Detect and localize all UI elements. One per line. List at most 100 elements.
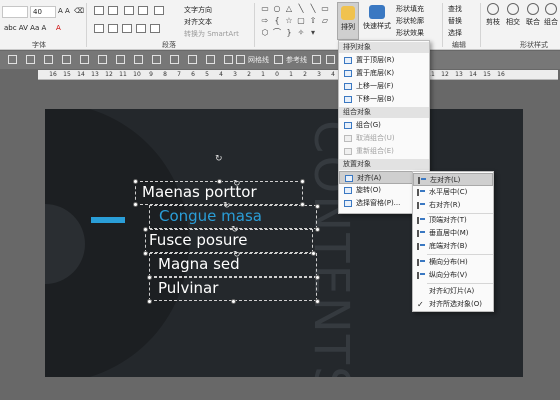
toolbar-icon[interactable] xyxy=(26,55,35,64)
regroup-item[interactable]: 重新组合(E) xyxy=(339,145,429,158)
resize-handle[interactable] xyxy=(133,179,138,184)
align-top-item[interactable]: 顶端对齐(T) xyxy=(413,214,493,227)
resize-handle[interactable] xyxy=(143,227,148,232)
font-format-icons[interactable]: abc AV Aa A xyxy=(4,24,46,32)
increase-indent-icon[interactable] xyxy=(138,6,148,15)
contents-item-5[interactable]: Pulvinar xyxy=(158,279,218,297)
align-bottom-item[interactable]: 底端对齐(B) xyxy=(413,240,493,253)
toolbar-icon[interactable] xyxy=(116,55,125,64)
font-name-box[interactable] xyxy=(2,6,28,18)
rotate-handle-icon[interactable]: ↻ xyxy=(215,154,223,164)
select-button[interactable]: 选择 xyxy=(448,28,462,38)
align-center-item[interactable]: 水平居中(C) xyxy=(413,186,493,199)
resize-handle[interactable] xyxy=(315,227,320,232)
contents-item-2[interactable]: Congue masa xyxy=(159,207,262,225)
quick-styles-button[interactable]: 快速样式 xyxy=(362,2,392,40)
align-left-item[interactable]: 左对齐(L) xyxy=(413,173,493,186)
decrease-indent-icon[interactable] xyxy=(124,6,134,15)
resize-handle[interactable] xyxy=(315,299,320,304)
resize-handle[interactable] xyxy=(300,179,305,184)
shape-arrow-icon[interactable]: ⇧ xyxy=(308,16,318,25)
shape-rounded-icon[interactable]: ▢ xyxy=(296,16,306,25)
convert-smartart-button[interactable]: 转换为 SmartArt xyxy=(184,29,239,39)
shape-rectangle-icon[interactable]: ▭ xyxy=(260,4,270,13)
align-selected-objects-item[interactable]: ✓ 对齐所选对象(O) xyxy=(413,298,493,311)
shape-line-icon[interactable]: ╲ xyxy=(308,4,318,13)
align-middle-item[interactable]: 垂直居中(M) xyxy=(413,227,493,240)
toolbar-icon[interactable] xyxy=(62,55,71,64)
union-shapes-button[interactable]: 联合 xyxy=(524,3,542,27)
shape-effects-button[interactable]: 形状效果 xyxy=(396,28,424,38)
guides-checkbox[interactable] xyxy=(274,55,283,64)
toolbar-icon[interactable] xyxy=(206,55,215,64)
shape-hexagon-icon[interactable]: ⬡ xyxy=(260,28,270,37)
find-button[interactable]: 查找 xyxy=(448,4,462,14)
combine-shapes-button[interactable]: 组合 xyxy=(542,3,560,27)
shape-brace-icon[interactable]: } xyxy=(284,28,294,37)
cut-shapes-button[interactable]: 剪枝 xyxy=(484,3,502,27)
toolbar-icon[interactable] xyxy=(170,55,179,64)
shape-callout-icon[interactable]: ▱ xyxy=(320,16,330,25)
numbering-icon[interactable] xyxy=(108,6,118,15)
align-center-icon[interactable] xyxy=(108,24,118,33)
distribute-horizontally-item[interactable]: 横向分布(H) xyxy=(413,256,493,269)
bring-to-front-item[interactable]: 置于顶层(R) xyxy=(339,54,429,67)
shape-star-icon[interactable]: ✧ xyxy=(296,28,306,37)
shape-arrow-icon[interactable]: ⇨ xyxy=(260,16,270,25)
resize-handle[interactable] xyxy=(315,204,320,209)
resize-handle[interactable] xyxy=(147,299,152,304)
align-left-icon[interactable] xyxy=(94,24,104,33)
resize-handle[interactable] xyxy=(231,299,236,304)
toolbar-icon[interactable] xyxy=(326,55,335,64)
align-text-button[interactable]: 对齐文本 xyxy=(184,17,212,27)
distribute-vertically-item[interactable]: 纵向分布(V) xyxy=(413,269,493,282)
toolbar-icon[interactable] xyxy=(134,55,143,64)
contents-item-4[interactable]: Magna sed xyxy=(158,255,240,273)
shape-circle-icon[interactable]: ○ xyxy=(272,4,282,13)
justify-icon[interactable] xyxy=(136,24,146,33)
font-size-box[interactable]: 40 xyxy=(30,6,56,18)
shape-fill-button[interactable]: 形状填充 xyxy=(396,4,424,14)
toolbar-icon[interactable] xyxy=(224,55,233,64)
shape-curve-icon[interactable]: ⌒ xyxy=(272,28,282,37)
intersect-shapes-button[interactable]: 相交 xyxy=(504,3,522,27)
toolbar-icon[interactable] xyxy=(98,55,107,64)
line-spacing-icon[interactable] xyxy=(154,6,164,15)
toolbar-icon[interactable] xyxy=(80,55,89,64)
shape-bracket-icon[interactable]: { xyxy=(272,16,282,25)
resize-handle[interactable] xyxy=(300,202,305,207)
accent-bar[interactable] xyxy=(91,217,125,223)
toolbar-icon[interactable] xyxy=(312,55,321,64)
font-color-icon[interactable]: A xyxy=(56,24,61,32)
shape-star-icon[interactable]: ☆ xyxy=(284,16,294,25)
ungroup-item[interactable]: 取消组合(U) xyxy=(339,132,429,145)
toolbar-icon[interactable] xyxy=(44,55,53,64)
align-to-slide-item[interactable]: 对齐幻灯片(A) xyxy=(413,285,493,298)
columns-icon[interactable] xyxy=(150,24,160,33)
send-to-back-item[interactable]: 置于底层(K) xyxy=(339,67,429,80)
toolbar-icon[interactable] xyxy=(152,55,161,64)
arrange-button[interactable]: 排列 xyxy=(337,2,359,40)
group-item[interactable]: 组合(G) xyxy=(339,119,429,132)
shape-outline-button[interactable]: 形状轮廓 xyxy=(396,16,424,26)
gridlines-checkbox[interactable] xyxy=(236,55,245,64)
text-direction-button[interactable]: 文字方向 xyxy=(184,5,212,15)
clear-format-icon[interactable]: ⌫ xyxy=(74,7,84,15)
shape-line-icon[interactable]: ╲ xyxy=(296,4,306,13)
toolbar-icon[interactable] xyxy=(8,55,17,64)
align-right-item[interactable]: 右对齐(R) xyxy=(413,199,493,212)
replace-button[interactable]: 替换 xyxy=(448,16,462,26)
bullets-icon[interactable] xyxy=(94,6,104,15)
send-backward-item[interactable]: 下移一层(B) xyxy=(339,93,429,106)
toolbar-icon[interactable] xyxy=(188,55,197,64)
resize-handle[interactable] xyxy=(143,251,148,256)
contents-item-3[interactable]: Fusce posure xyxy=(149,231,247,249)
bring-forward-item[interactable]: 上移一层(F) xyxy=(339,80,429,93)
shape-rectangle-icon[interactable]: ▭ xyxy=(320,4,330,13)
resize-handle[interactable] xyxy=(311,251,316,256)
shape-more-icon[interactable]: ▾ xyxy=(308,28,318,37)
shape-triangle-icon[interactable]: △ xyxy=(284,4,294,13)
align-right-icon[interactable] xyxy=(122,24,132,33)
contents-item-1[interactable]: Maenas porttor xyxy=(142,183,257,201)
grow-font-icon[interactable]: A A xyxy=(58,7,70,15)
